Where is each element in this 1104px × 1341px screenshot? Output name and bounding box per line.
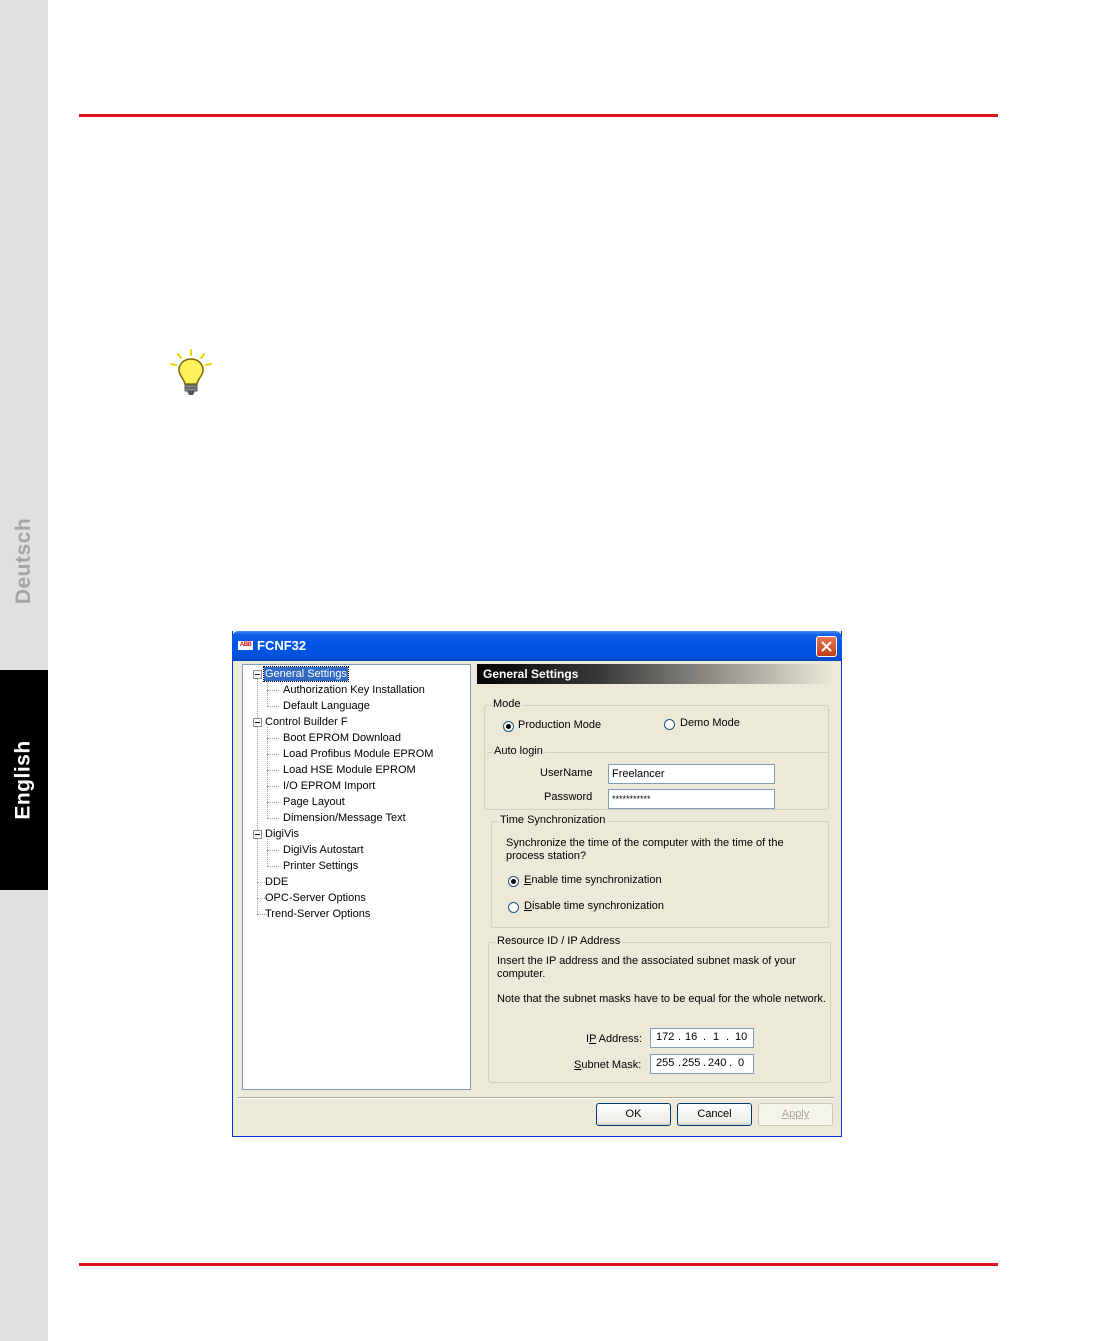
production-mode-label[interactable]: Production Mode (518, 719, 601, 731)
enable-time-sync-text: nable time synchronization (531, 874, 662, 886)
ip-dot: . (726, 1031, 730, 1043)
mode-group-label: Mode (491, 698, 523, 710)
tree-collapse-icon[interactable] (253, 830, 262, 839)
tree-item-boot-eprom-download[interactable]: Boot EPROM Download (282, 731, 402, 745)
dialog-title: FCNF32 (257, 638, 307, 653)
time-sync-question-line2: process station? (506, 850, 587, 862)
tree-item-general-settings[interactable]: General Settings (263, 666, 349, 682)
resource-text-line1: Insert the IP address and the associated… (497, 955, 796, 967)
button-separator (238, 1097, 834, 1099)
tree-root-connector (257, 674, 258, 914)
apply-button[interactable]: Apply (758, 1103, 833, 1126)
abb-logo: ABB (238, 641, 253, 650)
time-sync-group-label: Time Synchronization (498, 814, 608, 826)
mask-octet-2: 255 (682, 1057, 701, 1069)
tree-item-load-hse-module-eprom[interactable]: Load HSE Module EPROM (282, 763, 417, 777)
tab-deutsch[interactable]: Deutsch (0, 500, 48, 622)
ip-dot: . (703, 1031, 707, 1043)
ip-octet-2: 16 (685, 1031, 698, 1043)
enable-time-sync-label[interactable]: Enable time synchronization (524, 874, 662, 886)
ip-address-label: IP Address: (586, 1033, 642, 1045)
mask-dot: . (703, 1057, 707, 1069)
settings-panel: General Settings Mode Production Mode De… (477, 664, 833, 1090)
subnet-mask-label: Subnet Mask: (574, 1059, 641, 1071)
tree-connector (267, 770, 279, 771)
auto-login-label: Auto login (492, 745, 545, 757)
tree-collapse-icon[interactable] (253, 718, 262, 727)
tree-child-connector (267, 727, 268, 818)
demo-mode-radio[interactable] (664, 719, 675, 730)
tree-connector (267, 738, 279, 739)
tab-english[interactable]: English (0, 670, 48, 890)
tree-item-i-o-eprom-import[interactable]: I/O EPROM Import (282, 779, 376, 793)
tree-item-printer-settings[interactable]: Printer Settings (282, 859, 359, 873)
production-mode-radio[interactable] (503, 721, 514, 732)
header-rule (79, 114, 998, 117)
tree-child-connector (267, 839, 268, 866)
footer-rule (79, 1263, 998, 1266)
tree-item-load-profibus-module-eprom[interactable]: Load Profibus Module EPROM (282, 747, 434, 761)
tab-english-label: English (12, 740, 35, 820)
tree-connector (267, 706, 279, 707)
settings-tree[interactable]: General Settings Authorization Key Instal… (242, 664, 471, 1090)
tree-item-default-language[interactable]: Default Language (282, 699, 371, 713)
demo-mode-label[interactable]: Demo Mode (680, 717, 740, 729)
enable-time-sync-radio[interactable] (508, 876, 519, 887)
subnet-note: Note that the subnet masks have to be eq… (497, 993, 826, 1005)
tree-connector (267, 690, 279, 691)
password-input[interactable] (608, 789, 775, 809)
disable-time-sync-label[interactable]: Disable time synchronization (524, 900, 664, 912)
disable-time-sync-radio[interactable] (508, 902, 519, 913)
tree-connector (267, 850, 279, 851)
tree-item-dimension-message-text[interactable]: Dimension/Message Text (282, 811, 407, 825)
tree-connector (267, 866, 279, 867)
mask-octet-4: 0 (738, 1057, 745, 1069)
time-sync-question-line1: Synchronize the time of the computer wit… (506, 837, 784, 849)
resource-ip-group-label: Resource ID / IP Address (495, 935, 623, 947)
password-label: Password (544, 791, 593, 803)
close-button[interactable] (816, 636, 837, 657)
panel-header: General Settings (477, 664, 833, 684)
apply-button-label: Apply (781, 1108, 810, 1120)
ip-label-rest: Address: (596, 1033, 643, 1045)
ip-octet-4: 10 (735, 1031, 748, 1043)
tree-item-digivis-autostart[interactable]: DigiVis Autostart (282, 843, 365, 857)
ip-octet-3: 1 (713, 1031, 720, 1043)
mask-octet-3: 240 (708, 1057, 727, 1069)
tree-connector (267, 802, 279, 803)
cancel-button[interactable]: Cancel (677, 1103, 752, 1126)
mask-dot: . (678, 1057, 682, 1069)
disable-accelerator: D (524, 900, 532, 912)
tree-item-opc-server-options[interactable]: OPC-Server Options (264, 891, 367, 905)
ip-address-input[interactable]: 172 . 16 . 1 . 10 (650, 1028, 754, 1048)
tree-child-connector (267, 679, 268, 706)
mask-dot: . (729, 1057, 733, 1069)
lightbulb-hint-icon (170, 349, 212, 395)
tree-item-control-builder-f[interactable]: Control Builder F (264, 715, 349, 729)
dialog-titlebar[interactable]: ABB FCNF32 (232, 631, 842, 661)
tree-item-authorization-key-installation[interactable]: Authorization Key Installation (282, 683, 426, 697)
ok-button[interactable]: OK (596, 1103, 671, 1126)
tab-deutsch-label: Deutsch (12, 517, 36, 605)
tree-connector (267, 754, 279, 755)
close-icon (821, 641, 832, 652)
resource-text-line2: computer. (497, 968, 546, 980)
tree-connector (267, 786, 279, 787)
username-label: UserName (540, 767, 593, 779)
username-input[interactable] (608, 764, 775, 784)
tree-connector (267, 818, 279, 819)
subnet-label-rest: ubnet Mask: (581, 1059, 642, 1071)
disable-time-sync-text: isable time synchronization (531, 900, 665, 912)
subnet-mask-input[interactable]: 255 . 255 . 240 . 0 (650, 1054, 754, 1074)
tree-item-digivis[interactable]: DigiVis (264, 827, 300, 841)
mask-octet-1: 255 (656, 1057, 675, 1069)
tree-collapse-icon[interactable] (253, 670, 262, 679)
ip-octet-1: 172 (656, 1031, 675, 1043)
ip-dot: . (678, 1031, 682, 1043)
fcnf32-dialog: ABB FCNF32 General Settings Authorization… (232, 631, 842, 1137)
tree-item-trend-server-options[interactable]: Trend-Server Options (264, 907, 371, 921)
tree-item-dde[interactable]: DDE (264, 875, 289, 889)
tree-item-page-layout[interactable]: Page Layout (282, 795, 346, 809)
